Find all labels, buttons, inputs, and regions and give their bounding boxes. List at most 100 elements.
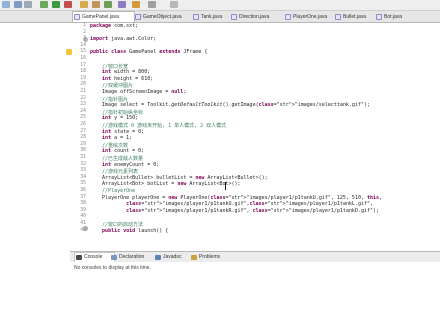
code-line: Image offScreenImage = null; [90,89,187,95]
code-line: int enemyCount = 0; [102,161,160,168]
tab-problems[interactable]: Problems [190,253,220,262]
line-number: 21 [80,89,86,94]
line-number: 28 [80,135,86,141]
code-line: //PlayerOne [90,188,136,194]
code-line: class="str">"images/player1/p1tankU.gif"… [126,201,373,208]
back-icon[interactable] [170,1,178,8]
tab-declaration[interactable]: Declaration [110,253,144,262]
line-number: 37 [80,194,86,200]
line-number: 41 [80,221,86,226]
code-line: public class GamePanel extends JFrame { [90,49,208,56]
java-file-icon [376,14,382,20]
tab-direction[interactable]: Direction.java [230,12,269,22]
tab-console[interactable]: Console [74,252,115,262]
print-icon[interactable] [24,1,32,8]
code-line: int width = 800; [102,69,151,76]
code-editor[interactable]: 1 package com.sxt; 2 3 import java.awt.Color… [0,23,440,250]
code-line: int height = 610; [102,75,154,82]
line-number: 29 [80,141,86,147]
tab-label: Bot.java [384,14,403,20]
line-number: 25 [80,115,86,121]
line-number: 35 [80,181,86,187]
new-icon[interactable] [2,1,10,8]
console-message: No consoles to display at this time. [74,265,151,271]
line-number: 33 [80,168,86,174]
line-number: 16 [80,56,86,61]
tab-bot[interactable]: Bot.java [375,12,402,22]
main-toolbar [0,0,440,11]
declaration-icon [111,255,117,260]
external-tools-icon[interactable] [64,1,72,8]
java-file-icon [193,14,199,20]
line-number: 23 [80,102,86,108]
code-line: ArrayList<Bot> botList = new ArrayList<B… [90,181,241,188]
tab-gameobject[interactable]: GameObject.java [134,12,182,22]
line-number: 31 [80,155,86,160]
code-line: class="str">"images/player1/p1tankR.gif"… [126,207,380,214]
tab-gamepanel[interactable]: GamePanel.java × [72,11,142,22]
line-number: 2 [83,29,86,35]
tab-label: Bullet.java [343,14,367,20]
problems-icon [191,255,197,260]
next-annotation-icon[interactable] [148,1,156,8]
tab-bullet[interactable]: Bullet.java [334,12,366,22]
code-line: int count = 0; [102,148,145,155]
console-view[interactable]: No consoles to display at this time. [70,262,440,330]
tab-label: GameObject.java [143,14,182,20]
tab-label: GamePanel.java [82,14,119,20]
code-line: package com.sxt; [90,23,139,29]
line-number: 32 [80,161,86,167]
editor-tab-bar: GamePanel.java × GameObject.java Tank.ja… [0,11,440,23]
search-icon[interactable] [132,1,140,8]
line-number: 17 [80,62,86,68]
open-type-icon[interactable] [118,1,126,8]
mouse-cursor [225,182,229,190]
tab-label: Declaration [119,254,145,260]
line-number: 1 [83,23,86,28]
java-file-icon [231,14,237,20]
run-icon[interactable] [52,1,60,8]
line-number: 3 [83,36,86,42]
new-class-icon[interactable] [104,1,112,8]
line-number: 40 [80,214,86,220]
java-file-icon [335,14,341,20]
code-line: import java.awt.Color; [90,36,157,43]
code-line: int a = 1; [102,135,133,142]
line-number: 26 [80,122,86,127]
tab-tank[interactable]: Tank.java [192,12,222,22]
code-line: int y = 150; [102,115,139,122]
code-line: ArrayList<Bullet> bulletList = new Array… [90,174,268,181]
new-java-project-icon[interactable] [80,1,88,8]
line-number: 36 [80,188,86,193]
tab-playerone[interactable]: PlayerOne.java [284,12,327,22]
line-number: 34 [80,174,86,180]
console-icon [76,255,82,260]
line-number: 24 [80,108,86,114]
line-number: 18 [80,69,86,75]
code-line: public void launch() { [102,227,169,234]
save-icon[interactable] [14,1,22,8]
javadoc-icon [155,255,161,260]
tab-label: Direction.java [239,14,270,20]
line-number: 15 [80,49,86,55]
line-number: 20 [80,82,86,88]
tab-javadoc[interactable]: Javadoc [154,253,182,262]
tab-label: Tank.java [201,14,223,20]
line-number: 30 [80,148,86,154]
line-number: 38 [80,201,86,207]
debug-icon[interactable] [40,1,48,8]
tab-label: PlayerOne.java [293,14,328,20]
line-number: 22 [80,95,86,101]
tab-label: Problems [199,254,221,260]
java-file-icon [285,14,291,20]
tab-label: Javadoc [163,254,182,260]
tab-label: Console [84,254,103,260]
java-file-icon [74,14,80,20]
line-number: 42 [80,227,86,233]
java-file-icon [135,14,141,20]
line-number: 14 [80,42,86,48]
code-line: PlayerOne playerOne = new PlayerOne(clas… [90,194,383,201]
code-line: Image select = Toolkit.getDefaultToolkit… [90,102,370,109]
line-number: 27 [80,128,86,134]
new-package-icon[interactable] [92,1,100,8]
